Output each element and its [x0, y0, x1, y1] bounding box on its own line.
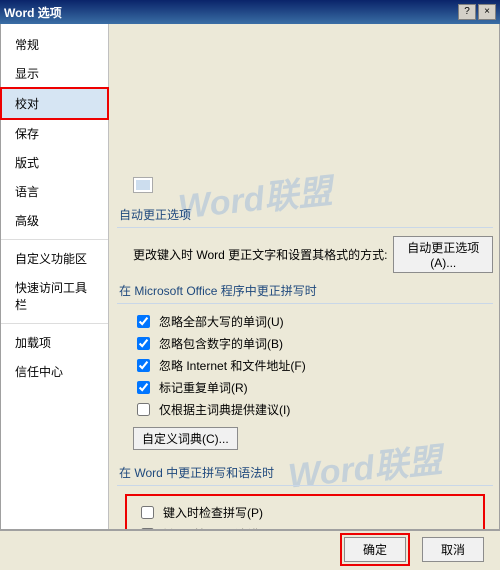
- chk-ignore-uppercase[interactable]: [137, 315, 150, 328]
- group-autocorrect-header: 自动更正选项: [117, 200, 493, 228]
- highlight-box-spellgrammar: 键入时检查拼写(P) 键入时标记语法错误(M): [125, 494, 485, 529]
- dialog-body: 常规 显示 校对 保存 版式 语言 高级 自定义功能区 快速访问工具栏 加载项 …: [0, 24, 500, 530]
- chk-ignore-urls[interactable]: [137, 359, 150, 372]
- chk-check-spelling-typing[interactable]: [141, 506, 154, 519]
- chk-flag-repeated[interactable]: [137, 381, 150, 394]
- window-controls: ? ×: [458, 4, 496, 20]
- dialog-footer: 确定 取消: [0, 530, 500, 568]
- sidebar-item-language[interactable]: 语言: [1, 177, 108, 206]
- sidebar-separator: [1, 323, 108, 324]
- sidebar-separator: [1, 239, 108, 240]
- chk-ignore-numbers[interactable]: [137, 337, 150, 350]
- chk-label: 键入时检查拼写(P): [163, 504, 263, 521]
- chk-mark-grammar-typing[interactable]: [141, 528, 154, 529]
- group-word-spellgrammar-header: 在 Word 中更正拼写和语法时: [117, 458, 493, 486]
- chk-label: 标记重复单词(R): [159, 379, 248, 396]
- content-panel: Word联盟 Word联盟 联 自动更正选项 更改键入时 Word 更正文字和设…: [109, 24, 499, 529]
- autocorrect-options-button[interactable]: 自动更正选项(A)...: [393, 236, 493, 273]
- sidebar-item-trust-center[interactable]: 信任中心: [1, 357, 108, 386]
- proofing-icon: [133, 177, 153, 193]
- highlight-box-ok: 确定: [340, 533, 410, 566]
- sidebar-item-display[interactable]: 显示: [1, 59, 108, 88]
- cancel-button[interactable]: 取消: [422, 537, 484, 562]
- window-title: Word 选项: [4, 4, 62, 21]
- custom-dictionaries-button[interactable]: 自定义词典(C)...: [133, 427, 238, 450]
- category-sidebar: 常规 显示 校对 保存 版式 语言 高级 自定义功能区 快速访问工具栏 加载项 …: [1, 24, 109, 529]
- help-button[interactable]: ?: [458, 4, 476, 20]
- sidebar-item-general[interactable]: 常规: [1, 30, 108, 59]
- chk-main-dict-only[interactable]: [137, 403, 150, 416]
- sidebar-item-addins[interactable]: 加载项: [1, 328, 108, 357]
- chk-label: 忽略全部大写的单词(U): [159, 313, 284, 330]
- autocorrect-desc: 更改键入时 Word 更正文字和设置其格式的方式:: [133, 246, 387, 263]
- chk-label: 忽略 Internet 和文件地址(F): [159, 357, 306, 374]
- sidebar-item-advanced[interactable]: 高级: [1, 206, 108, 235]
- group-office-spellcheck-header: 在 Microsoft Office 程序中更正拼写时: [117, 276, 493, 304]
- sidebar-item-layout[interactable]: 版式: [1, 148, 108, 177]
- close-button[interactable]: ×: [478, 4, 496, 20]
- sidebar-item-proofing[interactable]: 校对: [1, 88, 108, 119]
- chk-label: 仅根据主词典提供建议(I): [159, 401, 290, 418]
- chk-label: 键入时标记语法错误(M): [163, 526, 289, 529]
- sidebar-item-save[interactable]: 保存: [1, 119, 108, 148]
- title-bar: Word 选项 ? ×: [0, 0, 500, 24]
- sidebar-item-customize-ribbon[interactable]: 自定义功能区: [1, 244, 108, 273]
- ok-button[interactable]: 确定: [344, 537, 406, 562]
- sidebar-item-qat[interactable]: 快速访问工具栏: [1, 273, 108, 319]
- chk-label: 忽略包含数字的单词(B): [159, 335, 283, 352]
